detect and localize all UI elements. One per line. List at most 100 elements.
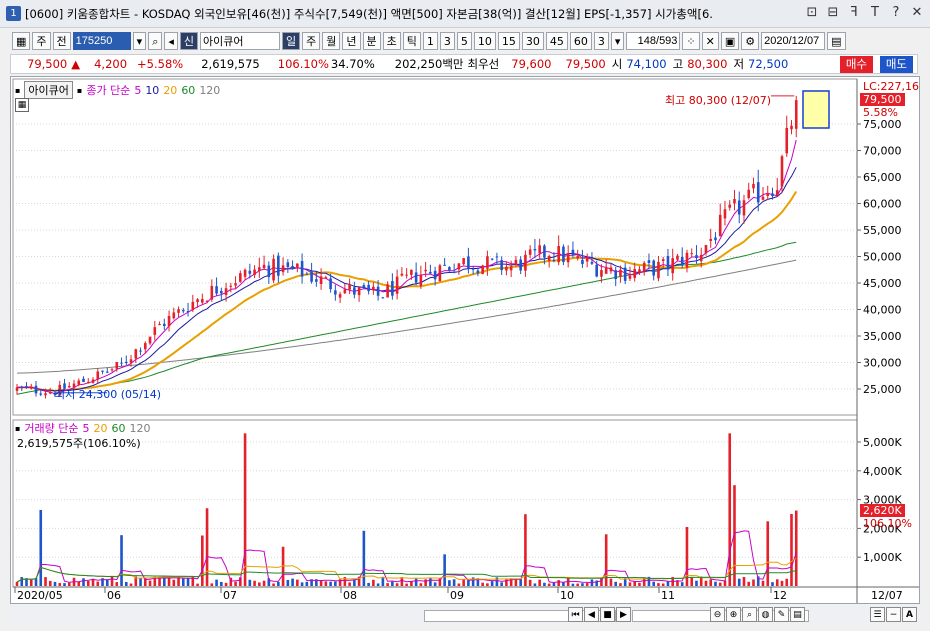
volume-bar — [376, 583, 380, 586]
candle-body — [82, 378, 85, 382]
interval-1[interactable]: 1 — [422, 31, 438, 50]
candle-body — [571, 249, 575, 256]
candle-body — [628, 275, 632, 279]
date-field[interactable] — [761, 31, 826, 50]
calendar-icon[interactable]: ▤ — [827, 31, 846, 50]
interval-15[interactable]: 15 — [497, 31, 520, 50]
chart-grid-toggle-icon[interactable]: ▦ — [15, 98, 29, 112]
interval-5[interactable]: 5 — [456, 31, 472, 50]
search-icon[interactable]: ⌕ — [148, 31, 163, 50]
x-axis-label: 06 — [107, 589, 121, 602]
period-week[interactable]: 주 — [302, 31, 321, 50]
vol-ma60-label[interactable]: 60 — [112, 422, 126, 435]
ma5-label[interactable]: 5 — [134, 84, 141, 97]
period-day[interactable]: 일 — [282, 31, 301, 50]
candle-body — [576, 256, 579, 259]
scroll-stop-icon[interactable]: ■ — [600, 607, 615, 622]
period-year[interactable]: 년 — [342, 31, 361, 50]
candle-body — [761, 196, 765, 200]
volume-bar — [619, 583, 622, 586]
crosshair-icon[interactable]: ✕ — [701, 31, 719, 50]
volume-bar — [182, 578, 185, 586]
ma10-label[interactable]: 10 — [145, 84, 159, 97]
period-minute[interactable]: 분 — [362, 31, 381, 50]
volume-title[interactable]: 거래량 단순 — [24, 420, 78, 436]
interval-dropdown-icon[interactable]: ▾ — [610, 31, 625, 50]
candle-body — [20, 386, 24, 388]
settings-gear-icon[interactable]: ⚙ — [741, 31, 760, 50]
minimize-icon[interactable]: ⊟ — [826, 5, 840, 20]
mode-select-1[interactable]: 주 — [32, 31, 51, 50]
sell-button[interactable]: 매도 — [879, 56, 913, 73]
interval-45[interactable]: 45 — [545, 31, 568, 50]
volume-bar — [604, 534, 608, 586]
interval-10[interactable]: 10 — [473, 31, 496, 50]
high-price: 80,300 — [687, 57, 728, 71]
candle-body — [699, 254, 703, 262]
ma60-label[interactable]: 60 — [181, 84, 195, 97]
period-tick[interactable]: 틱 — [402, 31, 421, 50]
interval-3[interactable]: 3 — [439, 31, 455, 50]
chart-scroll-bar[interactable]: ⏮ ◀ ■ ▶ ⊖ ⊕ ⌕ ◍ ✎ ▤ ☰ − A — [10, 604, 920, 626]
volume-bar — [44, 577, 47, 586]
vol-ma5-label[interactable]: 5 — [83, 422, 90, 435]
volume-bar — [737, 578, 741, 586]
code-dropdown-icon[interactable]: ▾ — [132, 31, 147, 50]
change-percent: +5.58% — [137, 57, 184, 71]
candle-body — [623, 267, 627, 281]
minus-icon[interactable]: − — [886, 607, 901, 622]
chart-area[interactable]: 75,000 70,000 65,000 60,000 55,000 50,000 45,0… — [10, 76, 920, 604]
ma20-label[interactable]: 20 — [163, 84, 177, 97]
restore-icon[interactable]: ⊡ — [805, 5, 819, 20]
font-size-icon[interactable]: A — [902, 607, 917, 622]
mode-select-2[interactable]: 전 — [52, 31, 71, 50]
vol-ma20-label[interactable]: 20 — [94, 422, 108, 435]
buy-button[interactable]: 매수 — [839, 56, 873, 73]
candle-body — [790, 125, 793, 130]
draw-icon[interactable]: ✎ — [774, 607, 789, 622]
ma120-label[interactable]: 120 — [199, 84, 220, 97]
candle-body — [557, 246, 560, 263]
ma-label[interactable]: 종가 단순 — [86, 82, 130, 98]
scroll-first-icon[interactable]: ⏮ — [568, 607, 583, 622]
zoom-in-icon[interactable]: ⊕ — [726, 607, 741, 622]
period-second[interactable]: 초 — [382, 31, 401, 50]
save-icon[interactable]: ▣ — [720, 31, 740, 50]
interval-30[interactable]: 30 — [521, 31, 544, 50]
volume-bar — [110, 576, 114, 586]
interval-custom-field[interactable]: 3 — [593, 31, 609, 50]
candle-body — [158, 323, 161, 326]
help-icon[interactable]: ? — [889, 5, 903, 20]
volume-bar — [633, 581, 636, 586]
candle-body — [619, 269, 622, 277]
stock-tag[interactable]: 아이큐어 — [24, 81, 73, 99]
stock-code-input[interactable] — [72, 31, 131, 50]
search-chart-icon[interactable]: ⌕ — [742, 607, 757, 622]
candle-body — [652, 260, 656, 276]
candle-body — [143, 343, 147, 350]
stock-name-field[interactable] — [200, 31, 281, 50]
candle-body — [737, 200, 741, 215]
close-icon[interactable]: ✕ — [910, 5, 924, 20]
volume-bar — [300, 582, 304, 586]
price-volume-chart[interactable]: 75,000 70,000 65,000 60,000 55,000 50,000 45,0… — [11, 77, 919, 603]
zoom-out-icon[interactable]: ⊖ — [710, 607, 725, 622]
scroll-next-icon[interactable]: ▶ — [616, 607, 631, 622]
grid-icon[interactable]: ⁘ — [682, 31, 700, 50]
vol-ma120-label[interactable]: 120 — [130, 422, 151, 435]
period-month[interactable]: 월 — [322, 31, 341, 50]
chart-type-icon[interactable]: ▤ — [790, 607, 805, 622]
volume-bar — [215, 579, 218, 586]
pattern-icon[interactable]: ◍ — [758, 607, 773, 622]
interval-60[interactable]: 60 — [569, 31, 592, 50]
page-counter[interactable] — [626, 31, 681, 50]
font-icon[interactable]: T — [868, 5, 882, 20]
list-icon[interactable]: ☰ — [870, 607, 885, 622]
pin-icon[interactable]: ꟻ — [847, 5, 861, 20]
candle-body — [162, 323, 166, 327]
scroll-prev-icon[interactable]: ◀ — [584, 607, 599, 622]
layout-icon[interactable]: ▦ — [12, 31, 31, 50]
volume-bar — [771, 582, 774, 586]
sound-icon[interactable]: ◂ — [164, 31, 178, 50]
volume-bar — [552, 582, 556, 586]
